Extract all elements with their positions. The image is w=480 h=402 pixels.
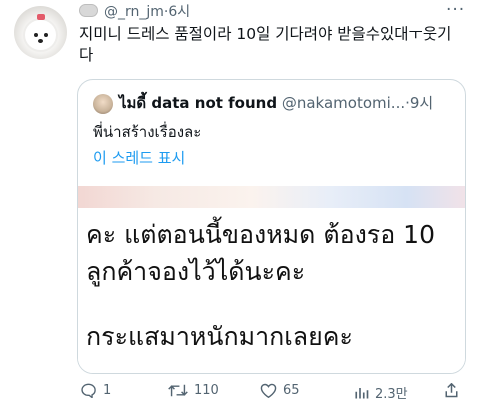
share-icon [445,383,458,398]
retweet-icon [168,384,188,397]
views-count: 2.3만 [375,387,408,402]
image-text-line: คะ แต่ตอนนี้ของหมด ต้องรอ 10 [86,220,435,249]
quoted-avatar[interactable] [93,94,113,114]
image-text-line: ลูกค้าจองไว้ได้นะคะ [86,257,306,286]
dog-nose-icon [38,39,43,43]
display-name-emoji-icon[interactable] [79,4,98,17]
reply-icon [81,383,96,398]
dog-face-icon [25,20,56,50]
tweet-text: 지미니 드레스 품절이라 10일 기다려야 받을수있대ㅜ웃기다 [79,25,452,64]
avatar[interactable] [14,6,67,59]
quoted-time[interactable]: 9시 [410,94,433,112]
quoted-tweet[interactable]: ไมดี้ data not found @nakamotomi...·9시 พ… [77,79,466,374]
tweet-time[interactable]: 6시 [168,4,190,20]
like-icon [260,383,277,398]
views-icon [355,388,369,399]
show-thread-link[interactable]: 이 스레드 표시 [93,148,185,169]
reply-button[interactable]: 1 [80,383,111,398]
image-text-line: กระแสมาหนักมากเลยคะ [86,322,353,351]
like-button[interactable]: 65 [260,383,300,398]
dog-eye-icon [34,33,38,37]
views-button[interactable]: 2.3만 [354,383,408,402]
image-decoration [78,186,465,208]
share-button[interactable] [444,383,459,398]
action-bar: 1 110 65 2.3만 [0,380,480,402]
retweet-button[interactable]: 110 [168,383,219,398]
ribbon-icon [37,14,45,20]
more-icon[interactable]: ··· [446,0,465,20]
dog-eye-icon [44,33,48,37]
quoted-display-name[interactable]: ไมดี้ data not found [119,94,277,112]
retweet-count: 110 [194,383,219,398]
quoted-header: ไมดี้ data not found @nakamotomi...·9시 [119,93,433,114]
quoted-text: พี่น่าสร้างเรื่องละ [93,123,202,141]
like-count: 65 [283,383,300,398]
tweet-header: @_rn_jm·6시 [79,2,190,22]
tweet-handle[interactable]: @_rn_jm [104,4,164,20]
quoted-image[interactable]: คะ แต่ตอนนี้ของหมด ต้องรอ 10 ลูกค้าจองไว… [78,186,465,373]
reply-count: 1 [103,383,112,398]
quoted-handle[interactable]: @nakamotomi... [282,94,405,112]
